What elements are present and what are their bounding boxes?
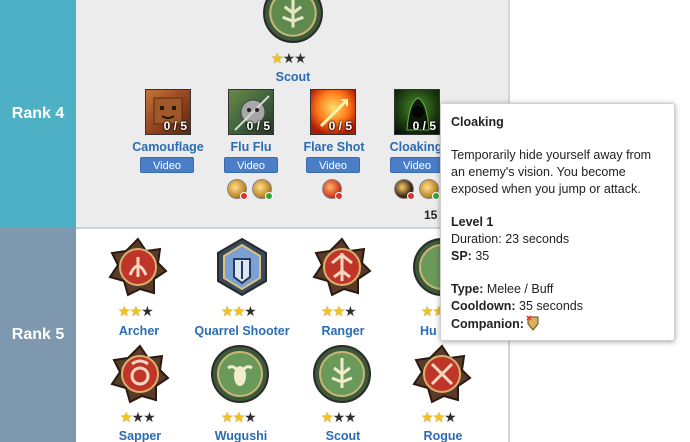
tooltip-description: Temporarily hide yourself away from an e… [451, 148, 652, 196]
wugushi-stars: ★★★ [221, 409, 257, 425]
star-icon: ★ [332, 303, 346, 319]
companion-icon[interactable] [252, 179, 273, 200]
cloaking-skill-icon[interactable]: 0 / 5 [394, 89, 440, 135]
star-icon: ★ [321, 303, 334, 319]
star-icon: ★ [129, 303, 143, 319]
star-icon: ★ [232, 303, 246, 319]
flu-flu-video-button[interactable]: Video [224, 157, 278, 173]
star-empty-icon: ★ [244, 303, 257, 319]
star-icon: ★ [221, 409, 234, 425]
star-empty-icon: ★ [244, 409, 257, 425]
scout-rank5-stars: ★★★ [321, 409, 357, 425]
tooltip-companion-label: Companion: [451, 317, 524, 331]
star-empty-icon: ★ [141, 303, 154, 319]
flu-flu-skill-icon[interactable]: 0 / 5 [228, 89, 274, 135]
cloaking-video-button[interactable]: Video [390, 157, 444, 173]
rank-4-text: Rank 4 [11, 105, 65, 122]
rogue-stars: ★★★ [421, 409, 457, 425]
sapper-name[interactable]: Sapper [100, 429, 180, 442]
companion-status-icon [335, 192, 343, 200]
skill-tooltip: Cloaking Temporarily hide yourself away … [440, 103, 675, 341]
flare-shot-name[interactable]: Flare Shot [298, 140, 370, 154]
quarrel-shooter-name[interactable]: Quarrel Shooter [188, 324, 296, 338]
star-icon: ★ [421, 303, 434, 319]
archer-stars: ★★★ [118, 303, 154, 319]
cloaking-name[interactable]: Cloaking [386, 140, 446, 154]
star-icon: ★ [118, 303, 131, 319]
scout-rank5-name[interactable]: Scout [302, 429, 384, 442]
skill-level-count: 0 / 5 [246, 119, 270, 133]
sapper-emblem-icon[interactable] [110, 344, 170, 404]
ranger-stars: ★★★ [321, 303, 357, 319]
rank-5-label: Rank 5 [0, 228, 76, 442]
companion-icon[interactable] [322, 179, 343, 200]
tooltip-spacer [451, 265, 664, 281]
tooltip-companion: Companion: [451, 315, 664, 333]
rank-4-label: Rank 4 [0, 0, 76, 228]
skill-level-count: 0 / 5 [328, 119, 352, 133]
star-icon: ★ [120, 409, 133, 425]
star-icon: ★ [232, 409, 246, 425]
archer-emblem-icon[interactable] [108, 237, 168, 297]
star-icon: ★ [221, 303, 234, 319]
companion-status-icon [240, 192, 248, 200]
companion-shield-icon [526, 315, 540, 331]
star-empty-icon: ★ [294, 50, 307, 66]
star-empty-icon: ★ [143, 409, 156, 425]
rogue-name[interactable]: Rogue [402, 429, 484, 442]
sapper-stars: ★★★ [120, 409, 156, 425]
flu-flu-name[interactable]: Flu Flu [218, 140, 284, 154]
star-icon: ★ [432, 409, 446, 425]
scout-emblem-icon[interactable] [312, 344, 372, 404]
star-empty-icon: ★ [444, 409, 457, 425]
companion-status-icon [407, 192, 415, 200]
class-tree-page: Rank 4 Rank 5 ★★★ Scout 0 / 5 0 / 5 0 / … [0, 0, 690, 442]
companion-icon[interactable] [419, 179, 440, 200]
scout-rank4-name[interactable]: Scout [262, 70, 324, 84]
camouflage-video-button[interactable]: Video [140, 157, 194, 173]
wugushi-name[interactable]: Wugushi [200, 429, 282, 442]
star-icon: ★ [321, 409, 334, 425]
tooltip-level: Level 1 [451, 215, 494, 229]
companion-status-icon [265, 192, 273, 200]
tooltip-cooldown-label: Cooldown: [451, 299, 516, 313]
skill-level-count: 0 / 5 [412, 119, 436, 133]
star-empty-icon: ★ [131, 409, 145, 425]
rogue-emblem-icon[interactable] [412, 344, 472, 404]
archer-name[interactable]: Archer [100, 324, 178, 338]
quarrel-shooter-emblem-icon[interactable] [212, 237, 272, 297]
camouflage-skill-icon[interactable]: 0 / 5 [145, 89, 191, 135]
tooltip-type-label: Type: [451, 282, 484, 296]
tooltip-cooldown-value: 35 seconds [515, 299, 583, 313]
tooltip-duration: Duration: 23 seconds [451, 232, 570, 246]
star-icon: ★ [421, 409, 434, 425]
ranger-emblem-icon[interactable] [312, 237, 372, 297]
scout-rank4-stars: ★★★ [271, 50, 307, 66]
camouflage-name[interactable]: Camouflage [126, 140, 210, 154]
skill-level-count: 0 / 5 [163, 119, 187, 133]
flare-shot-skill-icon[interactable]: 0 / 5 [310, 89, 356, 135]
companion-icon[interactable] [394, 179, 415, 200]
tooltip-cooldown: Cooldown: 35 seconds [451, 298, 664, 315]
flare-shot-video-button[interactable]: Video [306, 157, 360, 173]
star-empty-icon: ★ [282, 50, 296, 66]
scout-emblem-icon[interactable] [262, 0, 324, 44]
tooltip-title: Cloaking [451, 115, 504, 129]
quarrel-shooter-stars: ★★★ [221, 303, 257, 319]
tooltip-sp-value: 35 [471, 249, 490, 263]
star-icon: ★ [271, 50, 284, 66]
rank-5-text: Rank 5 [11, 326, 65, 343]
star-empty-icon: ★ [332, 409, 346, 425]
star-empty-icon: ★ [344, 303, 357, 319]
companion-icon[interactable] [227, 179, 248, 200]
wugushi-emblem-icon[interactable] [210, 344, 270, 404]
tooltip-sp-label: SP: [451, 249, 472, 263]
tooltip-sp: SP: 35 [451, 248, 664, 265]
tooltip-type: Type: Melee / Buff [451, 281, 664, 298]
companion-status-icon [432, 192, 440, 200]
star-empty-icon: ★ [344, 409, 357, 425]
tooltip-type-value: Melee / Buff [483, 282, 554, 296]
ranger-name[interactable]: Ranger [304, 324, 382, 338]
